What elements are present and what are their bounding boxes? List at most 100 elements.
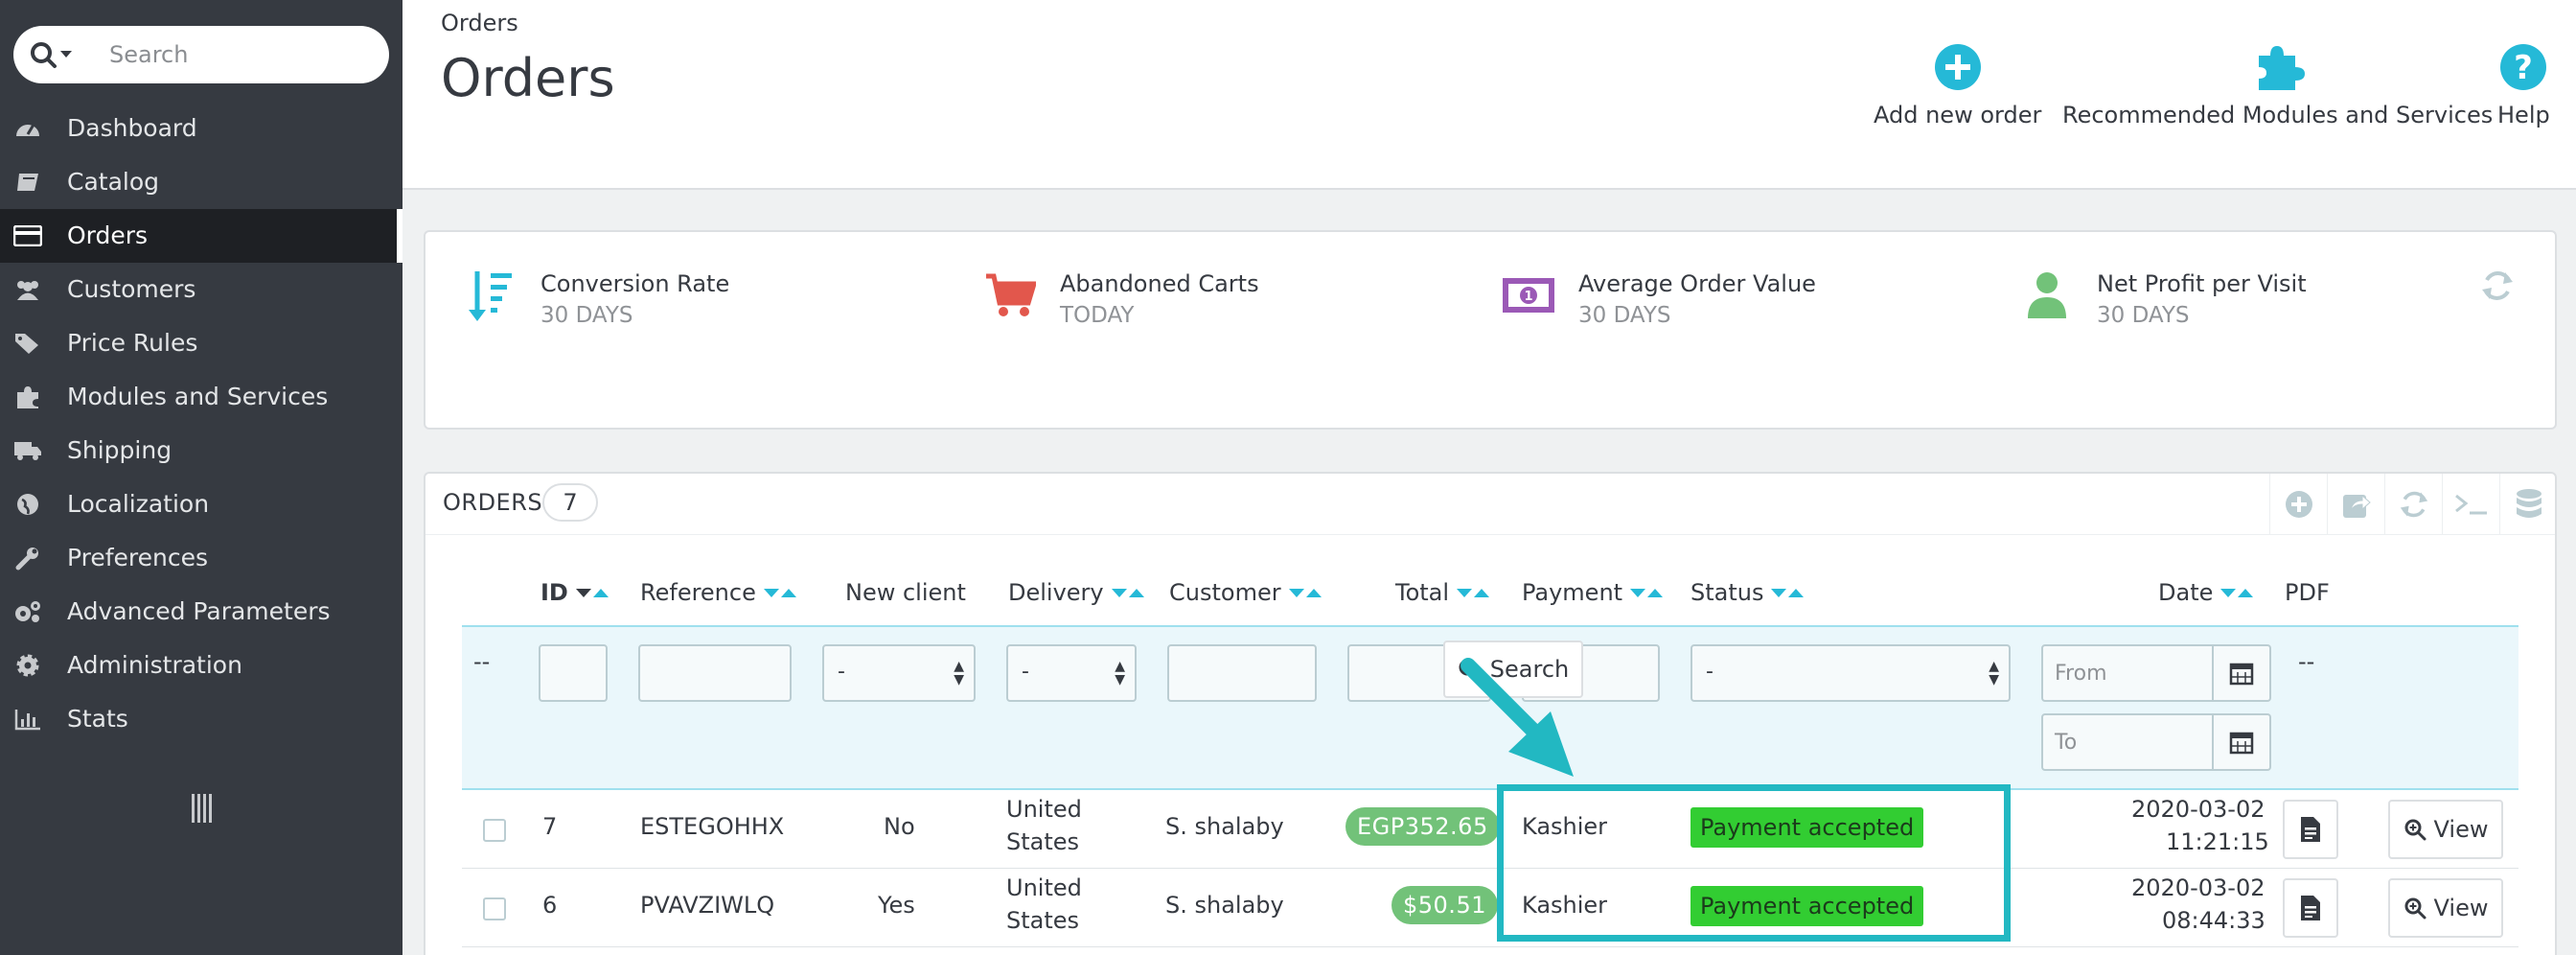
sort-arrows-icon[interactable] <box>1769 588 1805 597</box>
pdf-button[interactable] <box>2283 878 2338 938</box>
column-header-reference[interactable]: Reference <box>640 579 796 606</box>
column-header-total[interactable]: Total <box>1395 579 1490 606</box>
filter-id-input[interactable] <box>539 644 608 702</box>
column-header-label: Total <box>1395 579 1450 606</box>
order-delivery-line2: States <box>1006 907 1080 934</box>
row-checkbox[interactable] <box>483 819 506 842</box>
gear-icon <box>13 652 42 679</box>
annotation-highlight-box <box>1497 784 2011 942</box>
export-icon[interactable] <box>2327 474 2384 535</box>
order-customer: S. shalaby <box>1165 813 1284 840</box>
sort-arrows-icon[interactable] <box>1455 588 1490 597</box>
sort-arrows-icon[interactable] <box>1628 588 1664 597</box>
terminal-icon[interactable] <box>2442 474 2499 535</box>
add-icon[interactable] <box>2269 474 2327 535</box>
sidebar-item-label: Shipping <box>67 436 172 464</box>
order-date: 2020-03-02 <box>2131 796 2266 823</box>
filter-date-from-input[interactable]: From <box>2041 644 2214 702</box>
credit-card-icon <box>13 222 42 249</box>
sidebar-item-price-rules[interactable]: Price Rules <box>0 316 402 370</box>
sidebar-item-label: Catalog <box>67 168 160 196</box>
pdf-button[interactable] <box>2283 800 2338 859</box>
filter-customer-input[interactable] <box>1167 644 1317 702</box>
view-button[interactable]: View <box>2388 878 2503 938</box>
refresh-icon[interactable] <box>2480 268 2515 307</box>
sidebar-item-shipping[interactable]: Shipping <box>0 424 402 478</box>
order-reference: ESTEGOHHX <box>640 813 785 840</box>
add-new-order-button[interactable]: Add new order <box>1874 42 2041 128</box>
select-arrows-icon: ▲ ▼ <box>1989 659 1999 687</box>
sidebar-item-orders[interactable]: Orders <box>0 209 402 263</box>
column-header-label: Date <box>2158 579 2214 606</box>
sort-arrows-icon[interactable] <box>1287 588 1322 597</box>
search-icon[interactable] <box>29 39 80 70</box>
refresh-list-icon[interactable] <box>2384 474 2442 535</box>
sidebar-item-label: Advanced Parameters <box>67 597 331 625</box>
search-input[interactable]: Search <box>13 26 389 83</box>
sidebar-item-advanced-parameters[interactable]: Advanced Parameters <box>0 585 402 639</box>
table-row[interactable]: 6 PVAVZIWLQ Yes United States S. shalaby… <box>462 869 2518 947</box>
sidebar-item-catalog[interactable]: Catalog <box>0 155 402 209</box>
sidebar-item-label: Localization <box>67 490 210 518</box>
view-button[interactable]: View <box>2388 800 2503 859</box>
database-icon[interactable] <box>2499 474 2557 535</box>
column-header-label: Payment <box>1522 579 1623 606</box>
order-delivery-line1: United <box>1006 874 1082 901</box>
sidebar-item-stats[interactable]: Stats <box>0 692 402 746</box>
filter-status-select[interactable]: - ▲ ▼ <box>1690 644 2011 702</box>
column-header-new-client: New client <box>845 579 966 606</box>
sidebar-item-label: Administration <box>67 651 242 679</box>
recommended-modules-button[interactable]: Recommended Modules and Services <box>2062 42 2493 128</box>
money-icon: 1 <box>1500 267 1557 324</box>
kpi-title: Abandoned Carts <box>1060 270 1259 297</box>
recommended-modules-label: Recommended Modules and Services <box>2062 102 2494 128</box>
filter-date-to-input[interactable]: To <box>2041 713 2214 771</box>
calendar-icon[interactable] <box>2214 644 2271 702</box>
column-header-id[interactable]: ID <box>540 579 609 606</box>
zoom-in-icon <box>2404 819 2426 841</box>
sort-arrows-icon[interactable] <box>2219 588 2254 597</box>
row-checkbox[interactable] <box>483 897 506 920</box>
filter-checkbox-dash: -- <box>473 648 491 675</box>
order-date: 2020-03-02 <box>2131 874 2266 901</box>
book-icon <box>13 169 42 196</box>
help-button[interactable]: ? Help <box>2497 42 2550 128</box>
sort-arrows-icon[interactable] <box>762 588 796 597</box>
sort-arrows-icon[interactable] <box>574 588 609 597</box>
sidebar-item-localization[interactable]: Localization <box>0 478 402 531</box>
sort-amount-down-icon <box>462 267 519 324</box>
column-header-customer[interactable]: Customer <box>1169 579 1322 606</box>
filter-delivery-select[interactable]: - ▲ ▼ <box>1006 644 1137 702</box>
column-header-delivery[interactable]: Delivery <box>1008 579 1144 606</box>
breadcrumb[interactable]: Orders <box>441 10 518 36</box>
column-header-date[interactable]: Date <box>2158 579 2254 606</box>
sort-arrows-icon[interactable] <box>1110 588 1144 597</box>
collapse-sidebar-icon[interactable] <box>192 794 215 825</box>
plus-circle-icon <box>1874 42 2041 92</box>
sidebar-item-preferences[interactable]: Preferences <box>0 531 402 585</box>
table-row[interactable]: 7 ESTEGOHHX No United States S. shalaby … <box>462 790 2518 869</box>
file-text-icon <box>2301 896 2320 920</box>
dashboard-icon <box>13 115 42 142</box>
order-reference: PVAVZIWLQ <box>640 892 775 919</box>
calendar-icon[interactable] <box>2214 713 2271 771</box>
sidebar-item-administration[interactable]: Administration <box>0 639 402 692</box>
filter-new-client-select[interactable]: - ▲ ▼ <box>822 644 976 702</box>
column-header-payment[interactable]: Payment <box>1522 579 1664 606</box>
sidebar-item-label: Customers <box>67 275 196 303</box>
sidebar-item-dashboard[interactable]: Dashboard <box>0 102 402 155</box>
date-from-placeholder: From <box>2055 662 2107 686</box>
select-arrows-icon: ▲ ▼ <box>954 659 964 687</box>
sidebar-item-modules-and-services[interactable]: Modules and Services <box>0 370 402 424</box>
sidebar-item-label: Modules and Services <box>67 383 329 410</box>
order-delivery-line1: United <box>1006 796 1082 823</box>
sidebar-item-label: Stats <box>67 705 128 733</box>
filter-reference-input[interactable] <box>638 644 792 702</box>
sidebar-item-label: Preferences <box>67 544 209 571</box>
tags-icon <box>13 330 42 357</box>
annotation-arrow-icon <box>1460 658 1574 777</box>
column-header-status[interactable]: Status <box>1690 579 1805 606</box>
page-title: Orders <box>441 48 615 108</box>
kpi-title: Conversion Rate <box>540 270 730 297</box>
sidebar-item-customers[interactable]: Customers <box>0 263 402 316</box>
